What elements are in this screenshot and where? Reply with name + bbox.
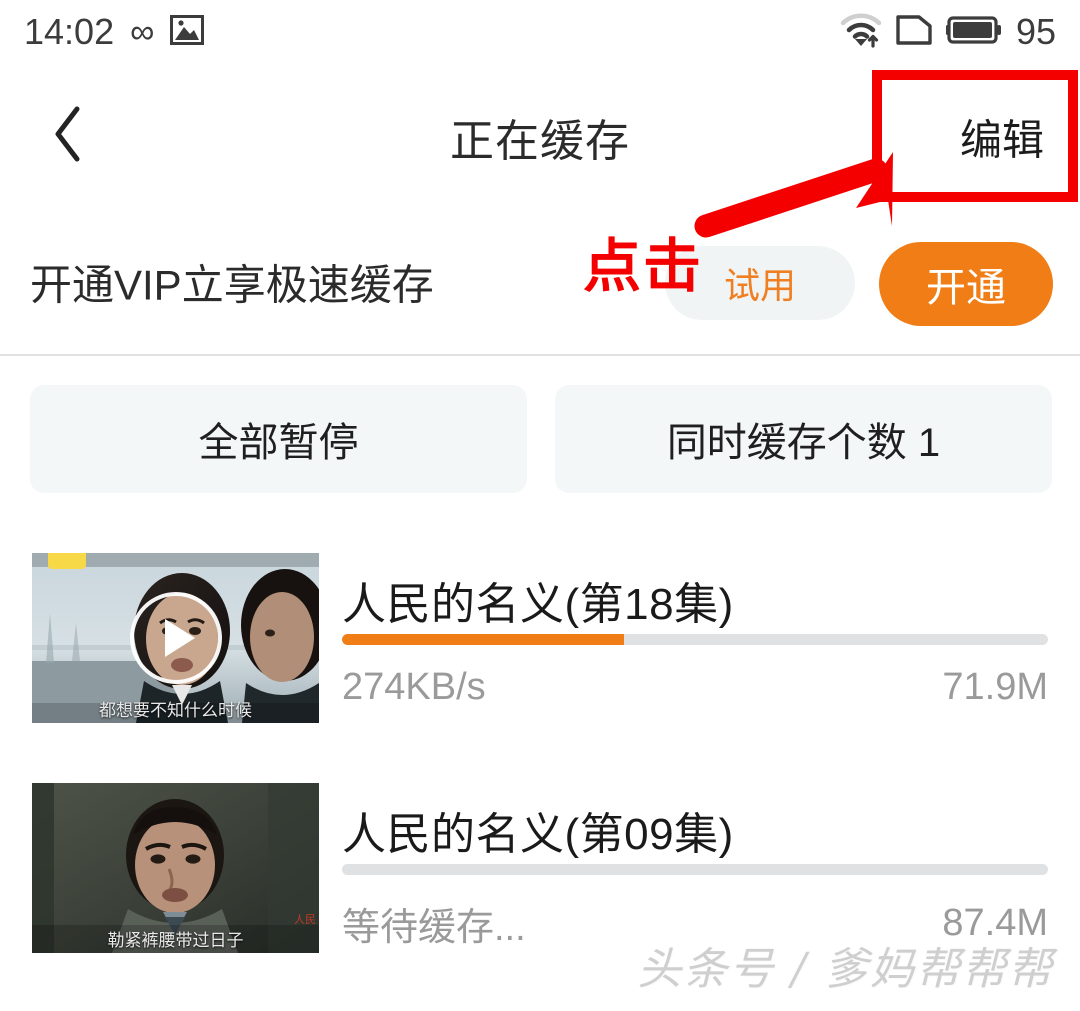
status-bar-left: 14:02 ∞ (24, 11, 205, 53)
list-item[interactable]: 都想要不知什么时候 人民的名义(第18集) 274KB/s 71.9M (0, 540, 1080, 770)
battery-percent: 95 (1015, 11, 1056, 52)
progress-bar (342, 864, 1048, 875)
download-speed: 等待缓存... (342, 907, 526, 949)
status-time: 14:02 (24, 11, 115, 52)
download-size: 71.9M (942, 666, 1048, 708)
watermark: 头条号 / 爹妈帮帮帮 (637, 944, 1054, 995)
app-root: 14:02 ∞ 95 正在缓存 编辑 开通VIP立享极速缓存 试用 开通 全部暂… (0, 0, 1080, 1011)
download-title: 人民的名义(第18集) (342, 580, 734, 629)
vip-open-button[interactable]: 开通 (879, 242, 1053, 326)
thumbnail-subtitle: 都想要不知什么时候 (99, 701, 252, 720)
battery-icon (945, 13, 1002, 52)
wifi-icon (840, 12, 882, 53)
chevron-left-icon (51, 105, 85, 168)
pause-all-button[interactable]: 全部暂停 (30, 385, 527, 493)
download-title: 人民的名义(第09集) (342, 810, 734, 859)
download-speed: 274KB/s (342, 666, 486, 708)
svg-text:人民: 人民 (294, 913, 316, 926)
back-button[interactable] (38, 105, 98, 168)
progress-fill (342, 634, 625, 645)
download-meta: 274KB/s 71.9M (342, 666, 1048, 709)
click-annotation-label: 点击 (583, 234, 704, 299)
nav-bar: 正在缓存 编辑 (0, 64, 1080, 209)
video-thumbnail[interactable]: 都想要不知什么时候 (32, 553, 319, 723)
thumbnail-subtitle: 勒紧裤腰带过日子 (107, 931, 244, 950)
edit-button[interactable]: 编辑 (960, 106, 1044, 167)
video-thumbnail[interactable]: 人民 勒紧裤腰带过日子 (32, 783, 319, 953)
status-bar: 14:02 ∞ 95 (0, 0, 1080, 64)
yellow-badge (48, 553, 86, 569)
vip-promo-label: 开通VIP立享极速缓存 (30, 261, 434, 308)
concurrent-count-button[interactable]: 同时缓存个数 1 (555, 385, 1052, 493)
infinity-icon: ∞ (130, 13, 155, 51)
play-icon[interactable] (129, 592, 222, 684)
progress-bar (342, 634, 1048, 645)
status-bar-right: 95 (840, 11, 1056, 53)
sim-card-icon (896, 13, 932, 52)
screenshot-icon (170, 14, 205, 50)
page-title: 正在缓存 (450, 116, 630, 166)
